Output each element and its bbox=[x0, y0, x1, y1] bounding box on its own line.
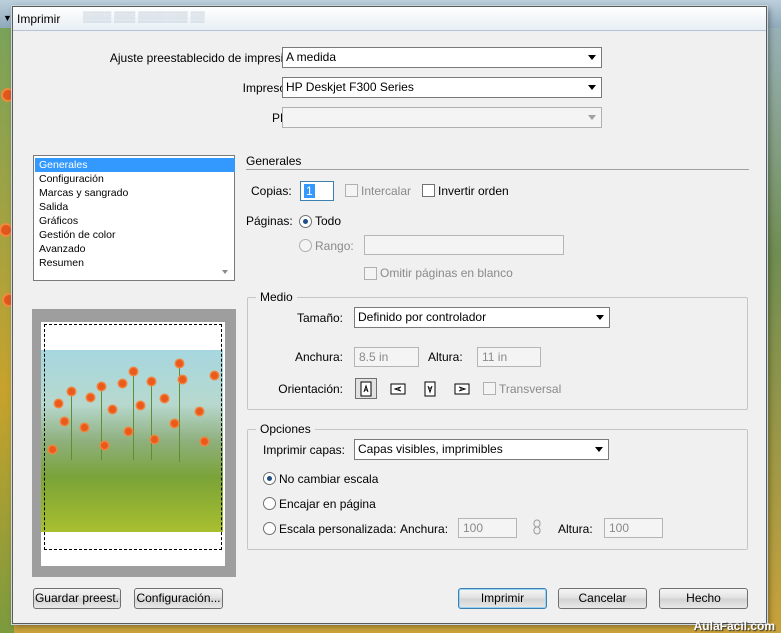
pages-range-input bbox=[364, 235, 564, 255]
fit-to-page-radio[interactable] bbox=[263, 497, 276, 510]
printable-area-outline bbox=[44, 324, 222, 550]
sidebar-item-resumen[interactable]: Resumen bbox=[35, 256, 235, 270]
reverse-landscape-icon[interactable] bbox=[451, 378, 473, 399]
background-toolbar-ghost: ▒▒▒▒ ▒▒▒ ▒▒▒▒▒▒▒ ▒▒ bbox=[83, 12, 205, 23]
paper-size-label: Tamaño: bbox=[296, 311, 343, 325]
cancel-button[interactable]: Cancelar bbox=[558, 588, 647, 609]
background-flower bbox=[1, 225, 11, 235]
chevron-down-icon[interactable] bbox=[591, 308, 609, 327]
no-scale-label: No cambiar escala bbox=[279, 472, 379, 486]
landscape-icon[interactable] bbox=[387, 378, 409, 399]
reverse-portrait-icon[interactable] bbox=[419, 378, 441, 399]
print-preview bbox=[32, 309, 236, 577]
pages-label: Páginas: bbox=[246, 214, 293, 228]
preset-value: A medida bbox=[286, 50, 337, 64]
orientation-label: Orientación: bbox=[278, 382, 343, 396]
sidebar-item-configuracion[interactable]: Configuración bbox=[35, 172, 235, 186]
media-height-field: 11 in bbox=[477, 347, 541, 367]
preview-paper bbox=[41, 322, 225, 566]
print-button[interactable]: Imprimir bbox=[458, 588, 547, 609]
title-bar: ▼ Imprimir ▒▒▒▒ ▒▒▒ ▒▒▒▒▒▒▒ ▒▒ bbox=[3, 7, 766, 31]
copies-label: Copias: bbox=[251, 184, 292, 198]
sidebar-item-gestion-de-color[interactable]: Gestión de color bbox=[35, 228, 235, 242]
collate-label: Intercalar bbox=[361, 184, 412, 198]
reverse-order-label: Invertir orden bbox=[438, 184, 509, 198]
sidebar-item-salida[interactable]: Salida bbox=[35, 200, 235, 214]
printer-value: HP Deskjet F300 Series bbox=[286, 80, 414, 94]
setup-button[interactable]: Configuración... bbox=[134, 588, 223, 609]
reverse-order-checkbox[interactable] bbox=[422, 184, 435, 197]
watermark: AulaFacil.com bbox=[693, 619, 775, 633]
print-layers-value: Capas visibles, imprimibles bbox=[358, 442, 503, 456]
print-layers-select[interactable]: Capas visibles, imprimibles bbox=[354, 439, 609, 460]
done-button[interactable]: Hecho bbox=[659, 588, 748, 609]
scale-width-label: Anchura: bbox=[400, 522, 449, 536]
pages-all-label: Todo bbox=[315, 214, 342, 228]
transverse-label: Transversal bbox=[499, 382, 562, 396]
media-width-label: Anchura: bbox=[294, 350, 343, 364]
media-heading: Medio bbox=[256, 290, 297, 304]
printer-label: Impresora: bbox=[242, 81, 300, 95]
copies-input[interactable]: 1 bbox=[300, 181, 334, 201]
pages-all-radio[interactable] bbox=[299, 215, 312, 228]
sidebar-item-graficos[interactable]: Gráficos bbox=[35, 214, 235, 228]
skip-blank-pages-label: Omitir páginas en blanco bbox=[380, 266, 513, 280]
scroll-down-icon[interactable] bbox=[222, 270, 228, 274]
sidebar-item-generales[interactable]: Generales bbox=[35, 158, 235, 172]
chevron-down-icon[interactable] bbox=[590, 440, 608, 459]
media-height-label: Altura: bbox=[428, 350, 463, 364]
window-menu-arrow-icon[interactable]: ▼ bbox=[3, 13, 12, 23]
scale-width-field: 100 bbox=[458, 518, 517, 538]
transverse-checkbox bbox=[483, 382, 496, 395]
skip-blank-pages-checkbox bbox=[364, 267, 377, 280]
print-dialog: ▼ Imprimir ▒▒▒▒ ▒▒▒ ▒▒▒▒▒▒▒ ▒▒ Ajuste pr… bbox=[3, 6, 767, 624]
window-title: Imprimir bbox=[17, 12, 61, 26]
ppd-select bbox=[282, 107, 602, 128]
fit-to-page-label: Encajar en página bbox=[279, 497, 376, 511]
print-layers-label: Imprimir capas: bbox=[263, 443, 346, 457]
custom-scale-radio[interactable] bbox=[263, 522, 276, 535]
sidebar-item-marcas-y-sangrado[interactable]: Marcas y sangrado bbox=[35, 186, 235, 200]
copies-value: 1 bbox=[304, 184, 315, 198]
chevron-down-icon[interactable] bbox=[583, 48, 601, 67]
general-divider bbox=[246, 169, 749, 170]
constrain-proportions-chain-icon bbox=[532, 518, 542, 536]
portrait-icon[interactable] bbox=[355, 378, 377, 399]
paper-size-select[interactable]: Definido por controlador bbox=[354, 307, 610, 328]
printer-select[interactable]: HP Deskjet F300 Series bbox=[282, 77, 602, 98]
category-list[interactable]: Generales Configuración Marcas y sangrad… bbox=[33, 155, 235, 281]
chevron-down-icon bbox=[583, 108, 601, 127]
paper-size-value: Definido por controlador bbox=[358, 310, 487, 324]
chevron-down-icon[interactable] bbox=[583, 78, 601, 97]
pages-range-radio bbox=[299, 239, 312, 252]
collate-checkbox bbox=[345, 184, 358, 197]
scale-height-label: Altura: bbox=[558, 522, 593, 536]
preset-label: Ajuste preestablecido de impresión: bbox=[109, 51, 300, 65]
preset-select[interactable]: A medida bbox=[282, 47, 602, 68]
media-width-field: 8.5 in bbox=[354, 347, 419, 367]
scale-height-field: 100 bbox=[604, 518, 663, 538]
pages-range-label: Rango: bbox=[315, 239, 354, 253]
custom-scale-label: Escala personalizada: bbox=[279, 522, 397, 536]
sidebar-item-avanzado[interactable]: Avanzado bbox=[35, 242, 235, 256]
general-heading: Generales bbox=[246, 154, 302, 168]
save-preset-button[interactable]: Guardar preest. bbox=[33, 588, 121, 609]
no-scale-radio[interactable] bbox=[263, 472, 276, 485]
options-heading: Opciones bbox=[256, 422, 315, 436]
